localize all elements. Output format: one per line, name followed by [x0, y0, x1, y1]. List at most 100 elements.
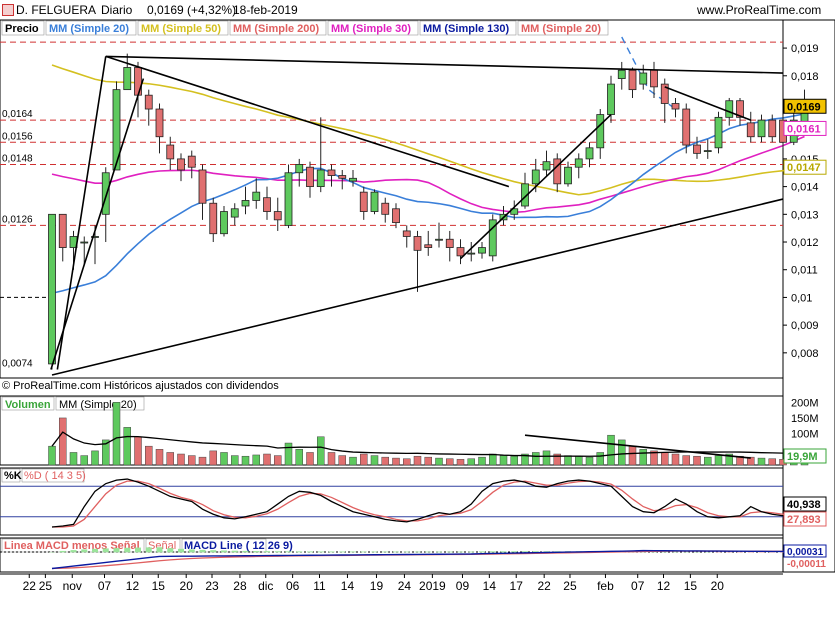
- stoch-panel-frame: [0, 467, 784, 536]
- candle-0: [48, 213, 56, 370]
- volume-bar-59: [682, 455, 690, 466]
- volume-bar-54: [628, 445, 637, 466]
- volume-bar-12: [177, 453, 185, 466]
- ma-legend-4: MM (Simple 130): [423, 23, 510, 35]
- candle-30: [370, 189, 379, 215]
- macd-hist-bar-41: [489, 551, 496, 553]
- x-tick-label-21: feb: [597, 579, 614, 593]
- x-tick-label-9: dic: [258, 579, 273, 593]
- price-tick-label-9: 0,009: [791, 320, 819, 332]
- macd-hist-bar-43: [511, 551, 518, 553]
- price-badge-2: 0,0147: [787, 162, 821, 174]
- macd-hist-bar-23: [296, 551, 303, 553]
- macd-hist-bar-22: [285, 551, 292, 553]
- candle-body-13: [187, 155, 196, 168]
- macd-hist-bar-4: [92, 548, 98, 553]
- x-tick-label-23: 12: [657, 579, 671, 593]
- x-tick-label-4: 12: [126, 579, 140, 593]
- candle-body-54: [628, 69, 637, 91]
- candle-body-40: [478, 247, 486, 254]
- candle-body-49: [574, 158, 583, 168]
- candle-body-61: [703, 150, 712, 152]
- volume-bar-22: [284, 442, 293, 466]
- macd-hist-bar-33: [403, 551, 410, 553]
- candle-body-8: [134, 67, 142, 96]
- volume-bar-40: [478, 456, 486, 466]
- volume-label: Volumen: [5, 399, 51, 411]
- macd-hist-bar-18: [242, 550, 249, 553]
- macd-hist-bar-29: [360, 551, 367, 553]
- volume-bar-19: [252, 454, 260, 466]
- macd-hist-bar-42: [500, 551, 507, 553]
- candle-body-48: [564, 166, 572, 185]
- candle-body-50: [585, 147, 594, 160]
- volume-bar-0: [48, 445, 56, 466]
- candle-body-65: [746, 122, 755, 138]
- volume-bar-49: [575, 455, 583, 466]
- level-label-0: 0,0164: [2, 109, 33, 120]
- candle-body-45: [531, 169, 540, 185]
- volume-bar-41: [489, 453, 497, 466]
- x-tick-label-1: 25: [39, 579, 53, 593]
- macd-hist-bar-25: [317, 551, 324, 553]
- macd-hist-bar-19: [253, 551, 260, 553]
- stoch-k-label: %K: [4, 470, 22, 482]
- volume-bar-3: [80, 455, 88, 466]
- volume-bar-55: [639, 449, 647, 466]
- ma-legend-2: MM (Simple 200): [233, 23, 320, 35]
- volume-bar-21: [274, 455, 282, 466]
- x-tick-label-7: 23: [205, 579, 219, 593]
- price-label: Precio: [5, 23, 39, 35]
- candle-body-0: [48, 213, 56, 365]
- ma-legend-0: MM (Simple 20): [49, 23, 129, 35]
- macd-hist-bar-31: [382, 551, 389, 553]
- price-tick-label-4: 0,014: [791, 182, 819, 194]
- candle-body-9: [144, 94, 153, 110]
- volume-bar-32: [392, 457, 400, 466]
- volume-bar-29: [360, 453, 368, 466]
- x-tick-label-20: 25: [563, 579, 577, 593]
- macd-hist-bar-26: [328, 551, 335, 553]
- candle-body-56: [650, 69, 658, 88]
- volume-bar-24: [306, 452, 314, 466]
- volume-bar-20: [263, 453, 271, 466]
- x-tick-label-5: 15: [152, 579, 166, 593]
- volume-bar-51: [596, 452, 604, 466]
- x-tick-label-3: 07: [98, 579, 112, 593]
- candle-body-17: [230, 208, 239, 218]
- volume-bar-13: [188, 455, 196, 466]
- x-tick-label-24: 15: [684, 579, 698, 593]
- volume-bar-33: [403, 458, 411, 466]
- macd-hist-bar-24: [307, 551, 313, 553]
- candle-body-60: [693, 144, 701, 154]
- macd-hist-bar-37: [446, 551, 453, 553]
- x-tick-label-15: 2019: [419, 579, 446, 593]
- volume-bar-6: [112, 402, 121, 466]
- volume-bar-8: [134, 436, 142, 466]
- macd-hist-bar-34: [414, 551, 421, 553]
- candle-body-30: [370, 191, 379, 212]
- macd-signal-badge: -0,00011: [787, 559, 826, 570]
- price-tick-label-7: 0,011: [791, 265, 818, 277]
- candle-body-26: [327, 169, 336, 176]
- volume-bar-36: [435, 457, 443, 466]
- x-tick-label-0: 22: [23, 579, 37, 593]
- macd-hist-bar-59: [683, 551, 690, 553]
- macd-hist-bar-32: [393, 551, 399, 553]
- candle-body-63: [725, 100, 734, 118]
- volume-bar-26: [327, 452, 336, 466]
- macd-hist-bar-11: [167, 548, 174, 553]
- price-tick-label-8: 0,01: [791, 292, 812, 304]
- candle-body-33: [402, 230, 411, 237]
- candle-body-52: [607, 83, 615, 115]
- macd-line-badge: 0,00031: [787, 547, 824, 558]
- candle-body-5: [101, 172, 110, 215]
- volume-bar-61: [704, 456, 712, 466]
- candle-body-21: [273, 211, 282, 221]
- candle-body-51: [596, 114, 605, 149]
- price-badge-1: 0,0161: [787, 123, 821, 135]
- volume-bar-11: [166, 452, 174, 466]
- volume-bar-45: [532, 452, 540, 466]
- volume-bar-67: [768, 458, 776, 466]
- macd-hist-bar-5: [102, 548, 109, 553]
